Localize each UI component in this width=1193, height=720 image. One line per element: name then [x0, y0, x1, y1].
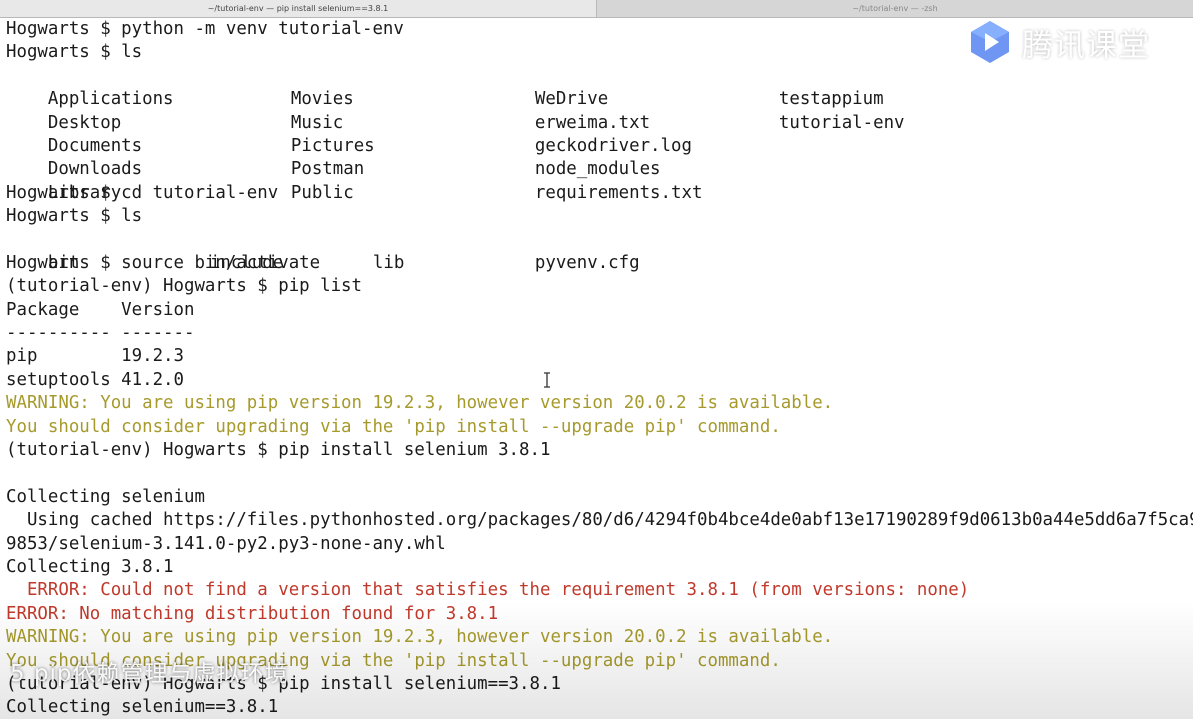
ls-entry: tutorial-env [778, 112, 905, 133]
tencent-classroom-play-icon [971, 21, 1009, 63]
terminal-line: Hogwarts $ ls [6, 206, 143, 227]
terminal-line: Collecting selenium [6, 486, 205, 507]
package-row: pip 19.2.3 [6, 346, 184, 367]
ls-entry: pyvenv.cfg [534, 252, 640, 273]
ls-entry: Music [290, 112, 344, 133]
warning-line: WARNING: You are using pip version 19.2.… [6, 393, 834, 414]
ls-row: Applications Movies WeDrive testappium [6, 65, 1193, 109]
ls-entry: testappium [778, 89, 884, 110]
tab-zsh[interactable]: ~/tutorial-env — -zsh [597, 0, 1193, 17]
warning-line: You should consider upgrading via the 'p… [6, 416, 781, 437]
ls-entry: Applications [47, 89, 174, 110]
package-table-header: Package Version [6, 299, 195, 320]
ls-entry: Desktop [47, 112, 122, 133]
ls-row: bin include lib pyvenv.cfg [6, 229, 1193, 273]
error-line: ERROR: No matching distribution found fo… [6, 603, 499, 624]
package-table-separator: ---------- ------- [6, 323, 195, 344]
ls-entry: WeDrive [534, 89, 609, 110]
ls-entry: Postman [290, 159, 365, 180]
ls-entry: Public [290, 182, 354, 203]
ls-entry: node_modules [534, 159, 661, 180]
ls-entry: requirements.txt [534, 182, 703, 203]
package-row: setuptools 41.2.0 [6, 369, 184, 390]
terminal-line: 9853/selenium-3.141.0-py2.py3-none-any.w… [6, 533, 446, 554]
ls-entry: lib [372, 252, 405, 273]
ls-entry: Downloads [47, 159, 143, 180]
terminal-line: Collecting selenium==3.8.1 [6, 697, 279, 718]
terminal-line: (tutorial-env) Hogwarts $ pip install se… [6, 440, 551, 461]
warning-line: WARNING: You are using pip version 19.2.… [6, 627, 834, 648]
watermark-logo: 腾讯课堂 [966, 18, 1150, 66]
watermark-text: 腾讯课堂 [1022, 27, 1150, 64]
terminal-line: Collecting 3.8.1 [6, 556, 174, 577]
ls-entry: geckodriver.log [534, 135, 692, 156]
video-subtitle: 5 pip依赖管理与虚拟环境 [10, 661, 289, 687]
ls-entry: erweima.txt [534, 112, 651, 133]
terminal-line: (tutorial-env) Hogwarts $ pip list [6, 276, 362, 297]
tab-pip-install[interactable]: ~/tutorial-env — pip install selenium==3… [0, 0, 597, 17]
ls-entry: Documents [47, 135, 143, 156]
ls-entry: Movies [290, 89, 354, 110]
error-line: ERROR: Could not find a version that sat… [6, 580, 970, 601]
text-cursor-icon [544, 372, 550, 388]
terminal-output[interactable]: Hogwarts $ python -m venv tutorial-env H… [6, 18, 1193, 720]
terminal-tab-bar: ~/tutorial-env — pip install selenium==3… [0, 0, 1193, 18]
ls-entry: Pictures [290, 135, 375, 156]
terminal-line: Using cached https://files.pythonhosted.… [6, 510, 1193, 531]
